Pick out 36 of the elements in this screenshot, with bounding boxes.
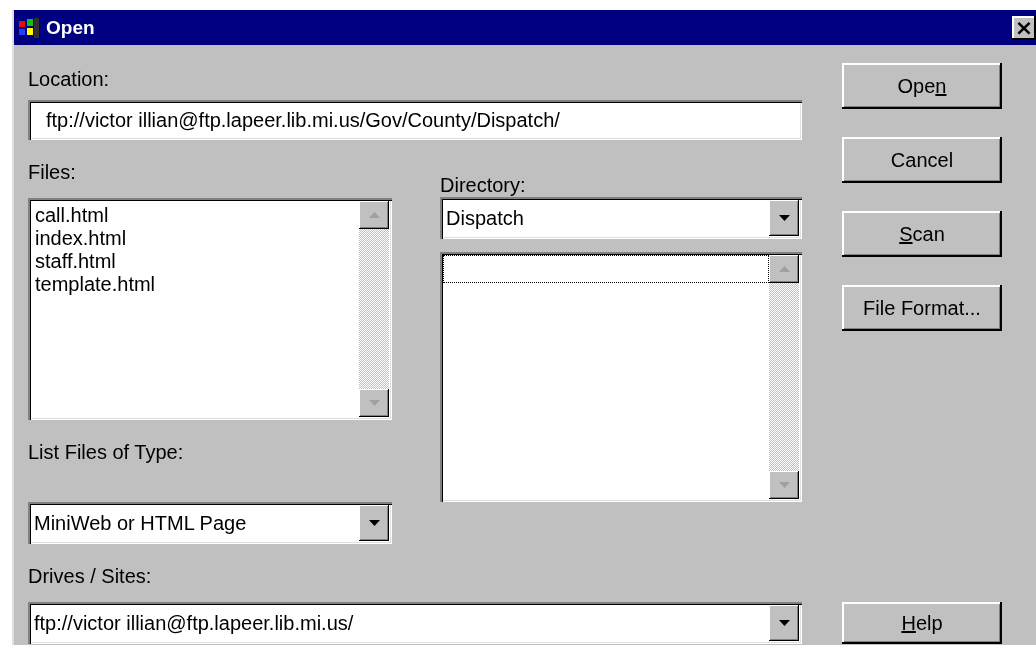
close-button[interactable]: ×: [1012, 15, 1036, 40]
drives-label: Drives / Sites:: [28, 564, 153, 588]
help-button[interactable]: Help: [842, 602, 1002, 644]
file-item[interactable]: call.html: [33, 204, 359, 227]
scroll-down-icon: [778, 620, 790, 626]
app-logo-icon: [18, 16, 42, 39]
scroll-up-icon: [778, 266, 790, 272]
file-item[interactable]: index.html: [33, 227, 359, 250]
files-list[interactable]: call.html index.html staff.html template.html: [28, 198, 392, 420]
directory-list[interactable]: [440, 252, 802, 502]
scrollbar[interactable]: [769, 255, 799, 499]
dialog-button[interactable]: Cancel: [842, 137, 1002, 183]
file-item[interactable]: staff.html: [33, 250, 359, 273]
file-item[interactable]: template.html: [33, 273, 359, 296]
files-label: Files:: [28, 160, 77, 184]
scroll-down-icon: [368, 520, 380, 526]
dialog-button[interactable]: Scan: [842, 211, 1002, 257]
scroll-down-icon: [368, 400, 380, 406]
dialog-button[interactable]: File Format...: [842, 285, 1002, 331]
directory-label: Directory:: [440, 173, 527, 197]
scrollbar[interactable]: [359, 201, 389, 417]
window-title: Open: [46, 16, 95, 39]
dropdown-button[interactable]: [359, 505, 389, 541]
dropdown-button[interactable]: [769, 605, 799, 641]
scroll-down-icon: [778, 482, 790, 488]
location-field[interactable]: ftp://victor illian@ftp.lapeer.lib.mi.us/Gov/County/Dispatch/: [28, 100, 802, 140]
focus-row[interactable]: [443, 255, 769, 283]
directory-dropdown[interactable]: Dispatch: [440, 197, 802, 239]
file-type-label: List Files of Type:: [28, 440, 185, 464]
dialog-button[interactable]: Open: [842, 63, 1002, 109]
dropdown-button[interactable]: [769, 200, 799, 236]
drives-dropdown[interactable]: ftp://victor illian@ftp.lapeer.lib.mi.us/: [28, 602, 802, 644]
scroll-up-icon: [368, 212, 380, 218]
location-label: Location:: [28, 67, 111, 91]
file-type-dropdown[interactable]: MiniWeb or HTML Page: [28, 502, 392, 544]
scroll-down-icon: [778, 215, 790, 221]
